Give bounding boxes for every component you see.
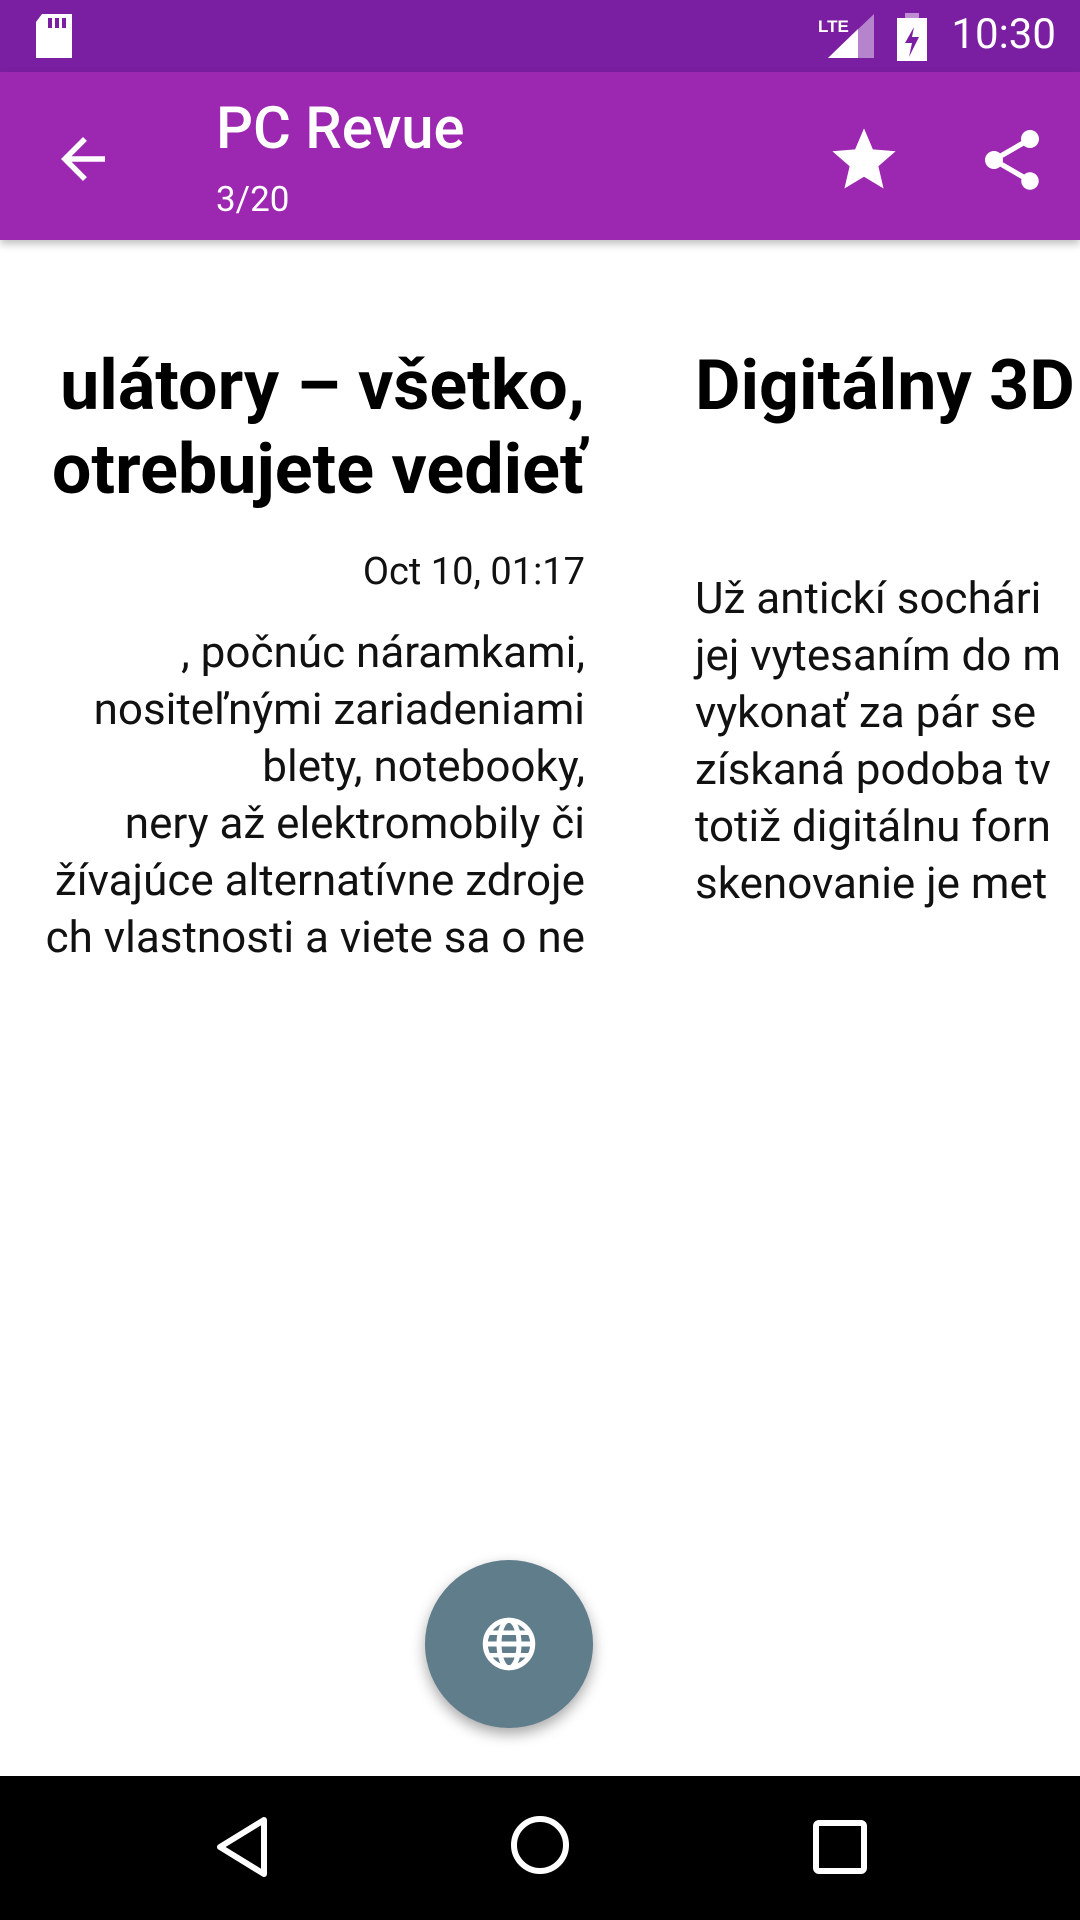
article-body-line: totiž digitálnu forn [695, 800, 1051, 852]
nav-back-icon[interactable] [214, 1816, 270, 1878]
article-title-line: Digitálny 3D [695, 345, 1075, 427]
globe-icon [482, 1617, 536, 1671]
back-arrow-icon[interactable] [50, 126, 116, 192]
article-date: Oct 10, 01:17 [362, 550, 585, 594]
article-body: , počnúc náramkami, nositeľnými zariaden… [0, 624, 585, 966]
open-in-browser-button[interactable] [425, 1560, 593, 1728]
nav-home-icon[interactable] [509, 1814, 571, 1876]
article-pager[interactable]: ulátory – všetko, otrebujete vedieť Oct … [0, 240, 1080, 1776]
battery-charging-icon [897, 13, 927, 61]
status-bar: LTE 10:30 [0, 0, 1080, 72]
article-body-line: nery až elektromobily či [124, 797, 585, 849]
page-title: PC Revue [216, 95, 465, 163]
article-body-line: získaná podoba tv [695, 743, 1051, 795]
nav-recents-icon[interactable] [813, 1820, 867, 1874]
article-body-line: skenovanie je met [695, 857, 1048, 909]
network-type-label: LTE [818, 17, 849, 36]
article-title-line: ulátory – všetko, [60, 345, 585, 427]
navigation-bar [0, 1776, 1080, 1920]
share-icon[interactable] [976, 124, 1048, 196]
article-body-line: nositeľnými zariadeniami [93, 683, 585, 735]
app-bar: PC Revue 3/20 [0, 72, 1080, 240]
article-title-line: otrebujete vedieť [51, 429, 585, 511]
article-page-previous[interactable]: ulátory – všetko, otrebujete vedieť Oct … [0, 240, 585, 966]
sd-card-icon [36, 14, 72, 58]
article-body-line: Už antickí sochári [695, 572, 1042, 624]
article-body-line: jej vytesaním do m [695, 629, 1061, 681]
page-counter: 3/20 [216, 179, 290, 220]
article-title: ulátory – všetko, otrebujete vedieť [0, 240, 585, 512]
article-page-next[interactable]: Digitálny 3D Už antickí sochári jej vyte… [695, 240, 1080, 912]
article-title: Digitálny 3D [695, 240, 1080, 428]
article-body-line: ch vlastnosti a viete sa o ne [45, 911, 585, 963]
article-body-line: vykonať za pár se [695, 686, 1037, 738]
article-body-line: , počnúc náramkami, [181, 626, 585, 678]
article-body: Už antickí sochári jej vytesaním do m vy… [695, 570, 1080, 912]
clock: 10:30 [951, 10, 1056, 59]
star-icon[interactable] [826, 122, 902, 198]
article-body-line: žívajúce alternatívne zdroje [54, 854, 585, 906]
signal-icon: LTE [818, 14, 874, 58]
article-body-line: blety, notebooky, [262, 740, 585, 792]
